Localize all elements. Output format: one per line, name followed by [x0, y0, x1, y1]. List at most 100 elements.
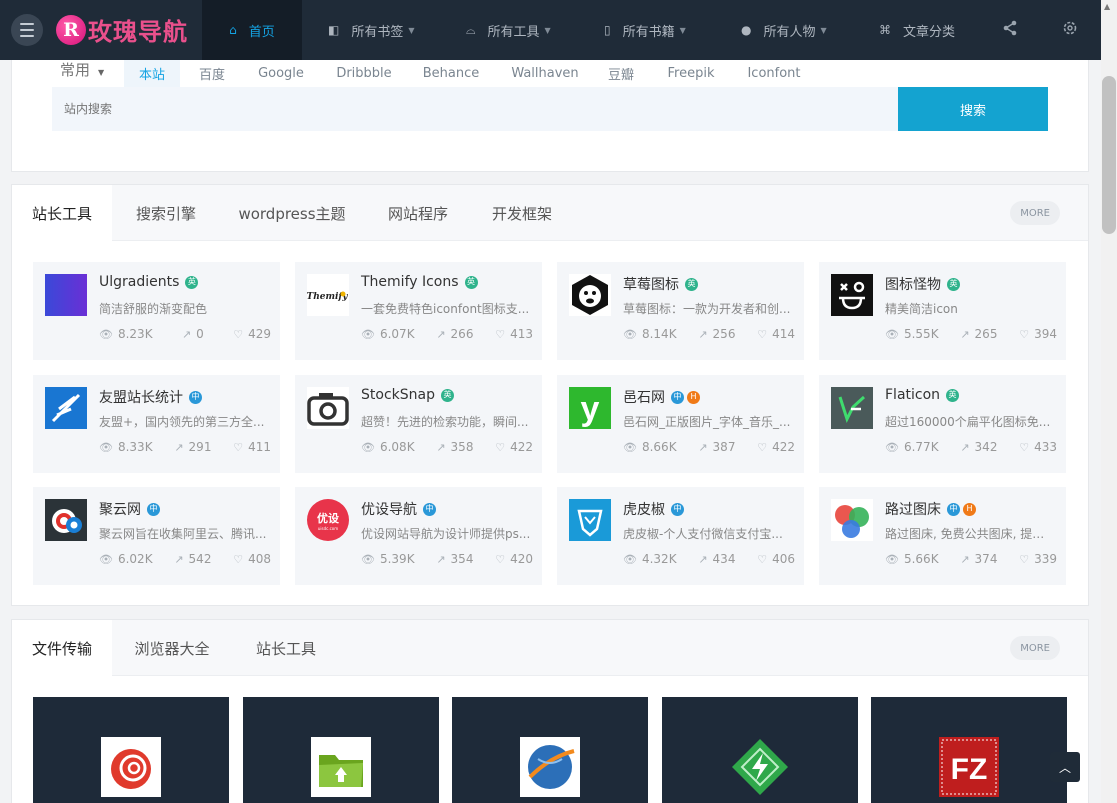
likes-count: 408 — [248, 552, 271, 566]
nav-books[interactable]: ▯ 所有书籍 ▼ — [604, 0, 686, 60]
likes-stat[interactable]: ♡ 413 — [495, 327, 533, 341]
tab-site-programs[interactable]: 网站程序 — [374, 185, 462, 241]
back-to-top-button[interactable]: ︿ — [1050, 752, 1080, 782]
search-tab-site[interactable]: 本站 — [124, 60, 180, 87]
scroll-up-arrow-icon[interactable]: ▲ — [1104, 2, 1110, 11]
site-card[interactable]: 友盟站长统计中友盟+，国内领先的第三方全... 👁 8.33K ↗ 291 ♡ 411 — [33, 375, 280, 473]
nav-articles[interactable]: ⌘ 文章分类 — [879, 0, 955, 60]
likes-stat[interactable]: ♡ 339 — [1019, 552, 1057, 566]
settings-gear-icon[interactable] — [1062, 20, 1078, 40]
download-card[interactable] — [33, 697, 229, 803]
eye-icon: 👁 — [885, 440, 899, 454]
search-tab-google[interactable]: Google — [250, 60, 312, 87]
site-logo[interactable]: R 玫瑰导航 — [56, 12, 188, 47]
site-description: 草莓图标：一款为开发者和创... — [623, 302, 791, 316]
site-card[interactable]: y 邑石网中 H 邑石网_正版图片_字体_音乐_... 👁 8.66K ↗ 387 ♡ 422 — [557, 375, 804, 473]
strawberry-icons-logo — [569, 274, 611, 316]
chevron-down-icon: ▼ — [408, 25, 415, 35]
site-title-text: Themify Icons — [361, 274, 459, 290]
nav-bookmarks[interactable]: ◧ 所有书签 ▼ — [328, 0, 415, 60]
site-card[interactable]: 虎皮椒中虎皮椒-个人支付微信支付宝... 👁 4.32K ↗ 434 ♡ 406 — [557, 487, 804, 585]
nav-people[interactable]: ● 所有人物 ▼ — [741, 0, 827, 60]
site-card[interactable]: 草莓图标英草莓图标：一款为开发者和创... 👁 8.14K ↗ 256 ♡ 414 — [557, 262, 804, 360]
share-icon[interactable] — [1003, 20, 1017, 40]
search-tab-wallhaven[interactable]: Wallhaven — [505, 60, 585, 87]
tab-webmaster-tools-2[interactable]: 站长工具 — [242, 620, 330, 676]
views-stat: 👁 8.66K — [623, 440, 677, 454]
search-tab-dribbble[interactable]: Dribbble — [330, 60, 398, 87]
more-button[interactable]: MORE — [1010, 201, 1060, 225]
views-count: 8.66K — [641, 440, 677, 454]
heart-icon: ♡ — [757, 552, 768, 566]
camera-icon — [307, 387, 349, 429]
site-title-text: 草莓图标 — [623, 277, 679, 293]
site-card[interactable]: 优设 uisdc.com 优设导航中优设网站导航为设计师提供ps... 👁 5.39K ↗… — [295, 487, 542, 585]
heart-icon: ♡ — [1019, 327, 1030, 341]
clicks-count: 387 — [712, 440, 736, 454]
search-tab-freepik[interactable]: Freepik — [660, 60, 722, 87]
search-tab-douban[interactable]: 豆瓣 — [600, 60, 642, 87]
tab-wordpress-themes[interactable]: wordpress主题 — [227, 185, 357, 241]
external-link-icon: ↗ — [698, 327, 708, 341]
search-group-selector[interactable]: 常用 ▼ — [60, 59, 104, 80]
flaticon-logo — [831, 387, 873, 429]
external-link-icon: ↗ — [436, 440, 446, 454]
likes-stat[interactable]: ♡ 414 — [757, 327, 795, 341]
eye-icon: 👁 — [623, 552, 637, 566]
site-card[interactable]: 图标怪物英精美简洁icon 👁 5.55K ↗ 265 ♡ 394 — [819, 262, 1066, 360]
site-stats: 👁 6.77K ↗ 342 ♡ 433 — [885, 440, 1057, 454]
site-description: 友盟+，国内领先的第三方全... — [99, 415, 265, 429]
search-tab-behance[interactable]: Behance — [416, 60, 486, 87]
site-stats: 👁 6.08K ↗ 358 ♡ 422 — [361, 440, 533, 454]
home-icon: ⌂ — [229, 23, 237, 37]
nav-books-label: 所有书籍 — [622, 24, 675, 40]
nav-home[interactable]: ⌂ 首页 — [202, 0, 302, 60]
site-title: StockSnap 英 — [361, 387, 454, 403]
download-card[interactable] — [452, 697, 648, 803]
scrollbar-thumb[interactable] — [1102, 76, 1116, 234]
likes-stat[interactable]: ♡ 433 — [1019, 440, 1057, 454]
views-stat: 👁 8.23K — [99, 327, 153, 341]
nav-bookmarks-label: 所有书签 — [351, 24, 404, 40]
site-card[interactable]: 路过图床中 H 路过图床, 免费公共图床, 提供... 👁 5.66K ↗ 374 ♡ 339 — [819, 487, 1066, 585]
likes-stat[interactable]: ♡ 420 — [495, 552, 533, 566]
uisdc-logo: 优设 uisdc.com — [307, 499, 349, 541]
likes-stat[interactable]: ♡ 422 — [495, 440, 533, 454]
download-card[interactable]: FZ — [871, 697, 1067, 803]
search-input[interactable] — [52, 87, 898, 131]
download-card[interactable] — [662, 697, 858, 803]
likes-stat[interactable]: ♡ 429 — [233, 327, 271, 341]
site-card[interactable]: 聚云网中聚云网旨在收集阿里云、腾讯... 👁 6.02K ↗ 542 ♡ 408 — [33, 487, 280, 585]
clicks-stat: ↗ 358 — [436, 440, 473, 454]
thunder-app-icon — [732, 739, 788, 795]
more-button[interactable]: MORE — [1010, 636, 1060, 660]
likes-stat[interactable]: ♡ 408 — [233, 552, 271, 566]
tab-search-engines[interactable]: 搜索引擎 — [122, 185, 210, 241]
grid-icon: ⌘ — [879, 23, 891, 37]
search-button[interactable]: 搜索 — [898, 87, 1048, 131]
likes-stat[interactable]: ♡ 394 — [1019, 327, 1057, 341]
search-tab-iconfont[interactable]: Iconfont — [740, 60, 808, 87]
site-card[interactable]: Ulgradients 英简洁舒服的渐变配色 👁 8.23K ↗ 0 ♡ 429 — [33, 262, 280, 360]
search-tab-baidu[interactable]: 百度 — [184, 60, 240, 87]
likes-stat[interactable]: ♡ 411 — [233, 440, 271, 454]
download-card[interactable] — [243, 697, 439, 803]
site-card[interactable]: StockSnap 英超赞！先进的检索功能，瞬间... 👁 6.08K ↗ 358 ♡ 422 — [295, 375, 542, 473]
clicks-stat: ↗ 0 — [182, 327, 204, 341]
tab-browsers[interactable]: 浏览器大全 — [122, 620, 222, 676]
tab-file-transfer[interactable]: 文件传输 — [12, 620, 112, 677]
hupijiao-logo — [569, 499, 611, 541]
likes-stat[interactable]: ♡ 406 — [757, 552, 795, 566]
site-card[interactable]: Flaticon 英超过160000个扁平化图标免... 👁 6.77K ↗ 342 ♡ 43… — [819, 375, 1066, 473]
views-count: 6.07K — [379, 327, 415, 341]
likes-count: 420 — [510, 552, 533, 566]
tab-dev-frameworks[interactable]: 开发框架 — [478, 185, 566, 241]
likes-count: 413 — [510, 327, 533, 341]
nav-tools[interactable]: ⌓ 所有工具 ▼ — [466, 0, 551, 60]
views-stat: 👁 8.14K — [623, 327, 677, 341]
likes-stat[interactable]: ♡ 422 — [757, 440, 795, 454]
english-badge: 英 — [440, 388, 454, 402]
menu-toggle-button[interactable] — [11, 14, 43, 46]
tab-webmaster-tools[interactable]: 站长工具 — [12, 185, 112, 242]
site-card[interactable]: Themify Themify Icons 英一套免费特色iconfont图标支..… — [295, 262, 542, 360]
